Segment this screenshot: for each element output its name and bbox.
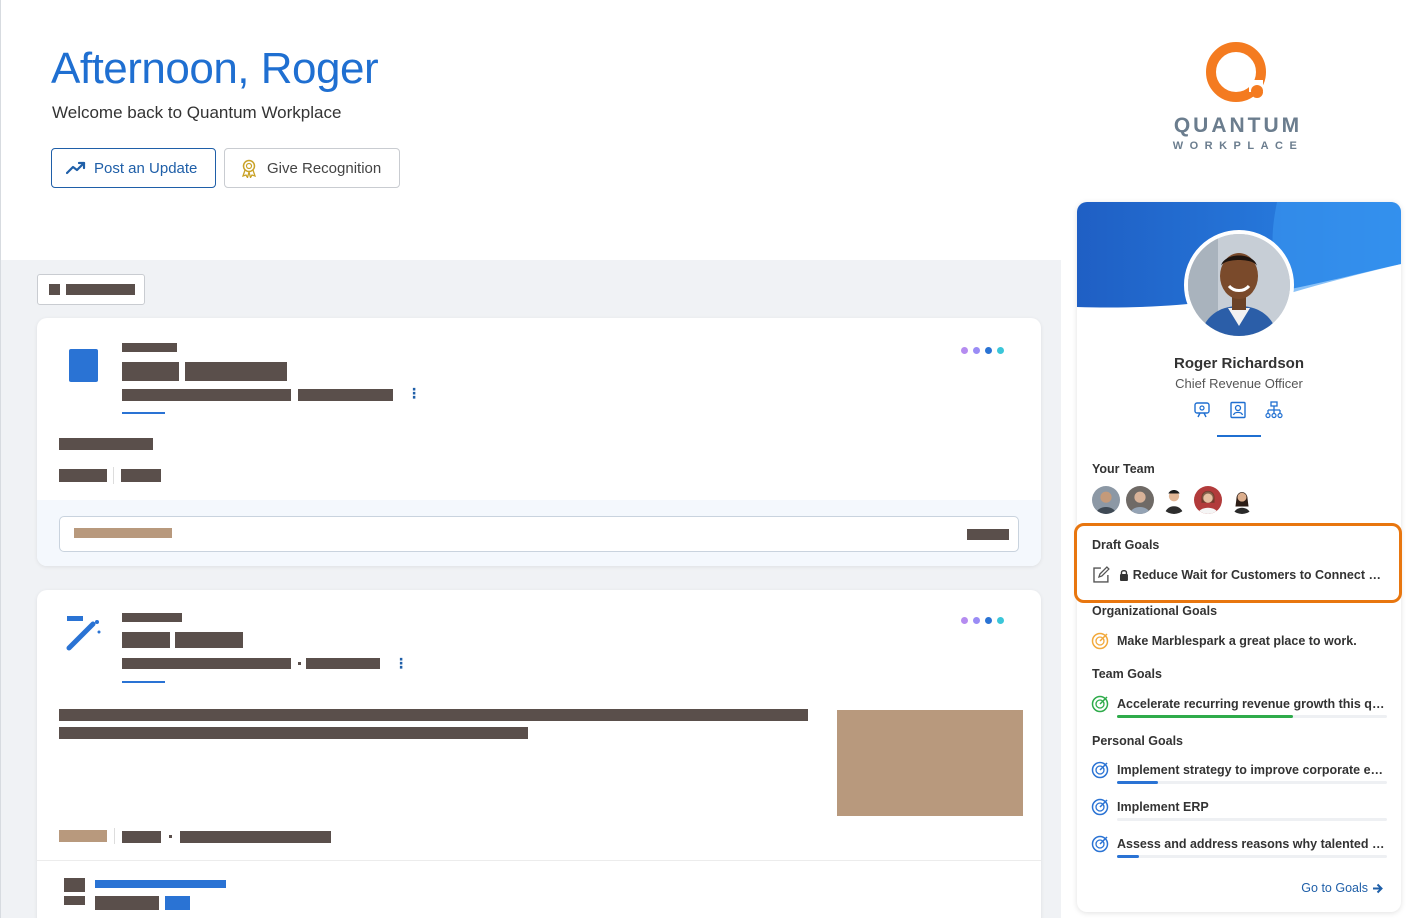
- goal-target-icon: [1091, 632, 1109, 650]
- post-image[interactable]: [837, 710, 1023, 816]
- reaction-dots-icon: [961, 347, 1004, 354]
- team-member-avatar[interactable]: [1159, 485, 1189, 515]
- your-team-label: Your Team: [1092, 462, 1155, 476]
- magic-wand-icon: [66, 616, 101, 651]
- feed-filter-button[interactable]: [37, 274, 145, 305]
- feedback-icon[interactable]: [1193, 401, 1211, 419]
- logo-word: QUANTUM: [1173, 114, 1303, 137]
- org-goal-text: Make Marblespark a great place to work.: [1117, 634, 1357, 648]
- comment-input[interactable]: [59, 516, 1019, 552]
- personal-goal-text: Implement strategy to improve corporate …: [1117, 763, 1385, 777]
- greeting-title: Afternoon, Roger: [51, 44, 379, 93]
- personal-goal-item[interactable]: Assess and address reasons why talented …: [1091, 832, 1387, 856]
- goal-target-icon: [1091, 761, 1109, 779]
- go-to-goals-link[interactable]: Go to Goals: [1301, 881, 1383, 895]
- feed-card: ⋮: [37, 590, 1041, 918]
- team-avatars: [1091, 485, 1257, 515]
- personal-goal-item[interactable]: Implement strategy to improve corporate …: [1091, 758, 1387, 782]
- personal-goal-item[interactable]: Implement ERP: [1091, 795, 1387, 819]
- org-chart-icon[interactable]: [1265, 401, 1283, 419]
- comment-area: [37, 500, 1041, 566]
- personal-goal-progress: [1117, 781, 1387, 784]
- team-goal-text: Accelerate recurring revenue growth this…: [1117, 697, 1385, 711]
- go-to-goals-label: Go to Goals: [1301, 881, 1368, 895]
- personal-goals-label: Personal Goals: [1092, 734, 1184, 748]
- give-recognition-label: Give Recognition: [267, 159, 382, 177]
- feed-card: ⋮: [37, 318, 1041, 566]
- company-logo: QUANTUM WORKPLACE: [1158, 40, 1318, 152]
- team-member-avatar[interactable]: [1227, 485, 1257, 515]
- team-goal-progress: [1117, 715, 1387, 718]
- profile-name: Roger Richardson: [1173, 355, 1305, 372]
- profile-avatar[interactable]: [1184, 230, 1294, 340]
- personal-goal-text: Assess and address reasons why talented …: [1117, 837, 1385, 851]
- document-icon: [69, 349, 98, 382]
- draft-goals-label: Draft Goals: [1092, 538, 1160, 552]
- active-tab-indicator: [1217, 435, 1261, 437]
- edit-icon[interactable]: [1091, 565, 1111, 585]
- team-member-avatar[interactable]: [1193, 485, 1223, 515]
- team-member-avatar[interactable]: [1091, 485, 1121, 515]
- personal-goal-text: Implement ERP: [1117, 800, 1209, 814]
- card-menu-icon[interactable]: ⋮: [394, 656, 408, 670]
- goal-target-icon: [1091, 835, 1109, 853]
- personal-goal-progress: [1117, 855, 1387, 858]
- award-icon: [241, 159, 257, 178]
- card-menu-icon[interactable]: ⋮: [407, 386, 421, 400]
- draft-goal-text: Reduce Wait for Customers to Connect wit…: [1132, 568, 1387, 582]
- give-recognition-button[interactable]: Give Recognition: [224, 148, 400, 188]
- goal-target-icon: [1091, 695, 1109, 713]
- logo-sub: WORKPLACE: [1172, 140, 1304, 152]
- reaction-dots-icon: [961, 617, 1004, 624]
- post-update-button[interactable]: Post an Update: [51, 148, 216, 188]
- team-goal-item[interactable]: Accelerate recurring revenue growth this…: [1091, 692, 1387, 716]
- team-goals-label: Team Goals: [1092, 667, 1162, 681]
- trending-up-icon: [66, 161, 86, 175]
- team-member-avatar[interactable]: [1125, 485, 1155, 515]
- profile-card: Roger Richardson Chief Revenue Officer Y…: [1077, 202, 1401, 912]
- draft-goal-item[interactable]: Reduce Wait for Customers to Connect wit…: [1091, 563, 1387, 587]
- profile-icon[interactable]: [1229, 401, 1247, 419]
- lock-icon: [1119, 569, 1128, 581]
- personal-goal-progress: [1117, 818, 1387, 821]
- org-goals-label: Organizational Goals: [1092, 604, 1218, 618]
- quantum-logo-icon: [1206, 42, 1266, 102]
- welcome-text: Welcome back to Quantum Workplace: [52, 103, 342, 122]
- profile-title: Chief Revenue Officer: [1175, 376, 1303, 391]
- org-goal-item[interactable]: Make Marblespark a great place to work.: [1091, 629, 1387, 653]
- goal-target-icon: [1091, 798, 1109, 816]
- post-update-label: Post an Update: [94, 159, 198, 177]
- arrow-right-icon: [1373, 883, 1383, 893]
